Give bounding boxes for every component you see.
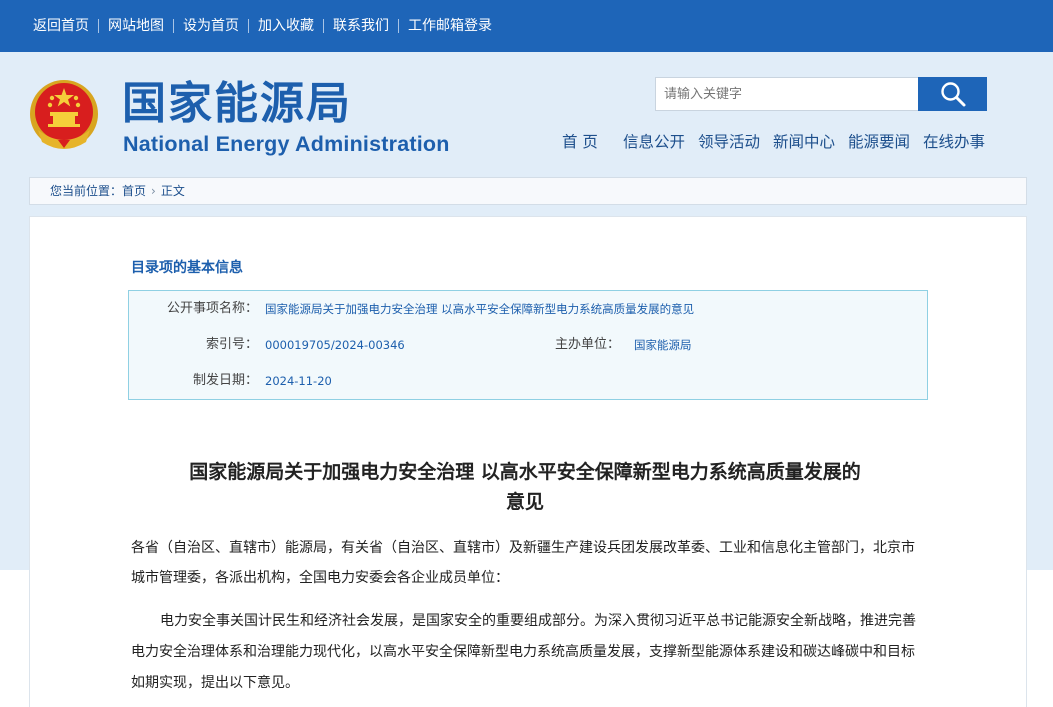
search-icon [940, 82, 965, 107]
top-bar: 返回首页 网站地图 设为首页 加入收藏 联系我们 工作邮箱登录 [0, 0, 1053, 52]
mainnav-home[interactable]: 首 页 [562, 132, 598, 152]
mainnav-online-services[interactable]: 在线办事 [923, 132, 985, 152]
topnav-add-favorite[interactable]: 加入收藏 [258, 16, 314, 36]
breadcrumb: 您当前位置：首页 › 正文 [29, 177, 1027, 205]
topnav-divider [173, 19, 174, 33]
info-section-title: 目录项的基本信息 [131, 260, 243, 276]
chevron-right-icon: › [151, 184, 156, 198]
mainnav-energy-news[interactable]: 能源要闻 [848, 132, 910, 152]
mainnav-info-disclosure[interactable]: 信息公开 [623, 132, 685, 152]
site-title-en: National Energy Administration [123, 132, 450, 156]
topnav-divider [248, 19, 249, 33]
topnav-divider [323, 19, 324, 33]
topnav-contact-us[interactable]: 联系我们 [333, 16, 389, 36]
mainnav-news-center[interactable]: 新闻中心 [773, 132, 835, 152]
info-date-value: 2024-11-20 [265, 374, 332, 388]
search-button[interactable] [918, 77, 987, 111]
info-index-value: 000019705/2024-00346 [265, 338, 405, 352]
top-nav: 返回首页 网站地图 设为首页 加入收藏 联系我们 工作邮箱登录 [33, 16, 492, 36]
info-title-label: 公开事项名称： [166, 301, 258, 316]
info-index-label: 索引号： [205, 337, 258, 352]
info-date-label: 制发日期： [192, 373, 258, 388]
topnav-work-email-login[interactable]: 工作邮箱登录 [408, 16, 492, 36]
breadcrumb-prefix: 您当前位置： [50, 184, 123, 198]
topnav-sitemap[interactable]: 网站地图 [108, 16, 164, 36]
topnav-set-homepage[interactable]: 设为首页 [183, 16, 239, 36]
topnav-divider [98, 19, 99, 33]
document-title: 国家能源局关于加强电力安全治理 以高水平安全保障新型电力系统高质量发展的 意见 [100, 457, 950, 517]
search-input[interactable] [655, 77, 919, 111]
site-title-cn: 国家能源局 [122, 78, 352, 129]
info-title-value: 国家能源局关于加强电力安全治理 以高水平安全保障新型电力系统高质量发展的意见 [265, 302, 695, 316]
topnav-back-home[interactable]: 返回首页 [33, 16, 89, 36]
topnav-divider [398, 19, 399, 33]
document-title-line1: 国家能源局关于加强电力安全治理 以高水平安全保障新型电力系统高质量发展的 [189, 461, 861, 483]
document-title-line2: 意见 [505, 491, 544, 513]
body-line2: 电力安全治理体系和治理能力现代化，以高水平安全保障新型电力系统高质量发展，支撑新… [131, 644, 915, 660]
body-line3: 如期实现，提出以下意见。 [131, 675, 299, 691]
breadcrumb-home-link[interactable]: 首页 [122, 184, 146, 198]
info-org-value: 国家能源局 [634, 338, 692, 352]
addressee-line1: 各省（自治区、直辖市）能源局，有关省（自治区、直辖市）及新疆生产建设兵团发展改革… [131, 540, 915, 556]
info-org-label: 主办单位： [554, 337, 620, 352]
mainnav-leadership-activities[interactable]: 领导活动 [698, 132, 760, 152]
national-emblem-icon[interactable] [28, 78, 100, 154]
body-line1: 电力安全事关国计民生和经济社会发展，是国家安全的重要组成部分。为深入贯彻习近平总… [160, 613, 916, 629]
breadcrumb-current: 正文 [160, 184, 185, 198]
addressee-line2: 城市管理委，各派出机构，全国电力安委会各企业成员单位： [131, 570, 509, 586]
